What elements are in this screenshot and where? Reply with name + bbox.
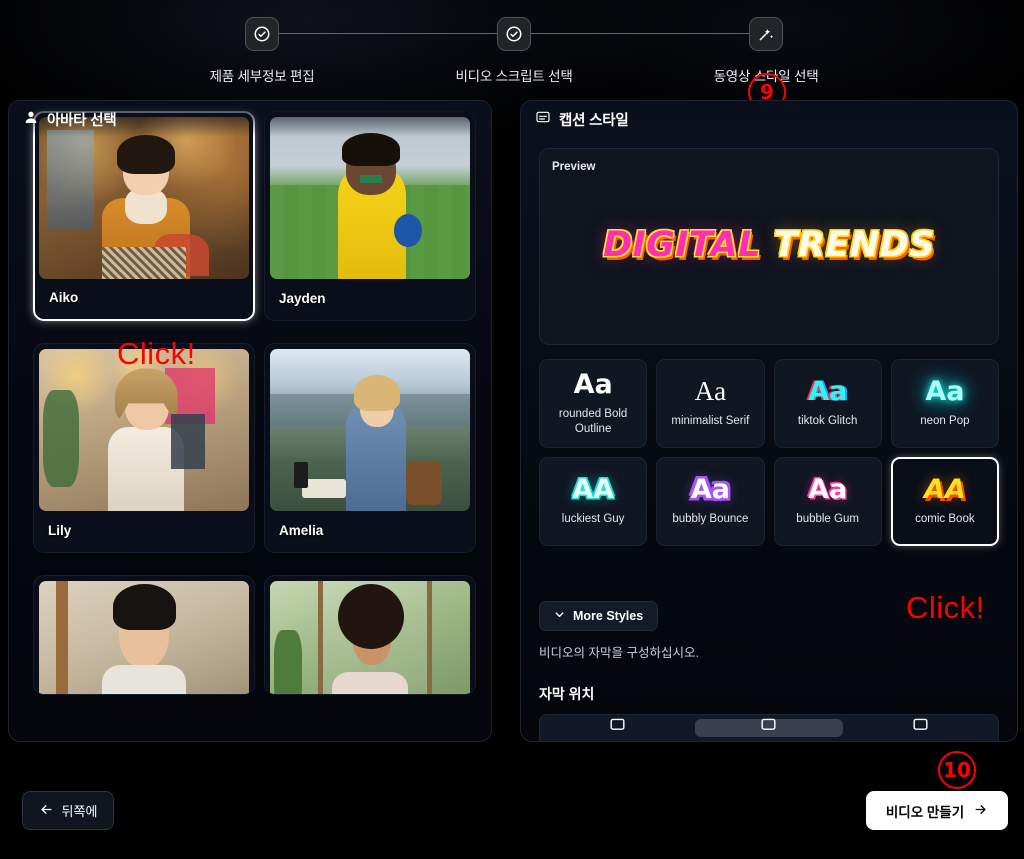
avatar-name: Jayden — [279, 291, 326, 306]
avatar-photo — [39, 349, 249, 511]
avatar-icon — [23, 109, 39, 130]
style-glyph: Aa — [925, 376, 965, 408]
style-card-luckiest-guy[interactable]: AA luckiest Guy — [539, 457, 648, 546]
caption-panel-title: 캡션 스타일 — [559, 112, 629, 129]
more-styles-label: More Styles — [573, 609, 644, 623]
chevron-down-icon — [554, 607, 565, 625]
style-glyph: AA — [572, 474, 615, 506]
caption-position-bottom-button[interactable] — [847, 718, 994, 737]
style-name: bubble Gum — [796, 513, 859, 526]
caption-style-grid: Aa rounded Bold Outline Aa minimalist Se… — [539, 359, 999, 546]
caption-position-top-button[interactable] — [544, 718, 691, 737]
step-label-1: 제품 세부정보 편집 — [209, 69, 315, 84]
style-glyph: Aa — [694, 376, 727, 407]
step-item-2[interactable]: 비디오 스크립트 선택 — [434, 17, 594, 85]
style-card-bubble-gum[interactable]: Aa bubble Gum — [773, 457, 882, 546]
style-name: tiktok Glitch — [797, 415, 858, 428]
app-root: 제품 세부정보 편집 비디오 스크립트 선택 동영상 스타일 선택 9 Aiko… — [0, 0, 1024, 859]
style-card-comic-book[interactable]: AA comic Book — [890, 457, 999, 546]
avatar-card[interactable] — [264, 575, 476, 695]
avatar-name: Aiko — [49, 290, 79, 305]
caption-style-panel: 캡션 스타일 Preview DIGITAL TRENDS Aa rounded… — [520, 100, 1018, 742]
more-styles-button[interactable]: More Styles — [539, 601, 659, 631]
style-name: neon Pop — [920, 415, 970, 428]
check-circle-icon — [497, 17, 531, 51]
style-name: bubbly Bounce — [672, 513, 749, 526]
avatar-photo — [39, 581, 249, 694]
style-card-bubbly-bounce[interactable]: Aa bubbly Bounce — [656, 457, 765, 546]
style-glyph: Aa — [808, 474, 848, 506]
style-name: luckiest Guy — [561, 513, 625, 526]
style-card-rounded-bold-outline[interactable]: Aa rounded Bold Outline — [539, 359, 648, 448]
style-glyph: Aa — [573, 369, 613, 401]
progress-stepper: 제품 세부정보 편집 비디오 스크립트 선택 동영상 스타일 선택 — [0, 0, 1024, 95]
caption-icon — [535, 109, 551, 130]
back-button[interactable]: 뒤쪽에 — [22, 791, 114, 830]
step-item-1[interactable]: 제품 세부정보 편집 — [182, 17, 342, 85]
preview-caption-text: DIGITAL TRENDS — [540, 225, 998, 265]
style-name: minimalist Serif — [671, 415, 750, 428]
avatar-grid: Aiko Jayden Lily Amelia — [33, 101, 476, 695]
annotation-marker-10: 10 — [938, 751, 976, 789]
avatar-selection-panel: Aiko Jayden Lily Amelia 아바타 선택 — [8, 100, 492, 742]
preview-word-2: TRENDS — [773, 225, 935, 265]
style-glyph: Aa — [808, 376, 848, 408]
style-card-tiktok-glitch[interactable]: Aa tiktok Glitch — [773, 359, 882, 448]
preview-label: Preview — [552, 161, 596, 173]
caption-position-middle-button[interactable] — [695, 718, 843, 737]
style-glyph: Aa — [690, 474, 730, 506]
caption-helper-text: 비디오의 자막을 구성하십시오. — [539, 646, 699, 660]
style-glyph: AA — [923, 474, 966, 506]
style-card-minimalist-serif[interactable]: Aa minimalist Serif — [656, 359, 765, 448]
magic-wand-icon — [749, 17, 783, 51]
annotation-click-avatar: Click! — [117, 336, 196, 371]
arrow-right-icon — [973, 802, 988, 820]
avatar-card-jayden[interactable]: Jayden — [264, 111, 476, 321]
style-card-neon-pop[interactable]: Aa neon Pop — [890, 359, 999, 448]
preview-word-1: DIGITAL — [603, 225, 761, 265]
caption-panel-header: 캡션 스타일 — [521, 101, 1017, 137]
avatar-card-lily[interactable]: Lily — [33, 343, 255, 553]
avatar-card-amelia[interactable]: Amelia — [264, 343, 476, 553]
avatar-photo — [39, 117, 249, 279]
avatar-scroll-area[interactable]: Aiko Jayden Lily Amelia — [9, 101, 491, 741]
avatar-panel-header: 아바타 선택 — [9, 101, 491, 137]
step-label-2: 비디오 스크립트 선택 — [455, 69, 573, 84]
avatar-photo — [270, 117, 470, 279]
create-video-label: 비디오 만들기 — [885, 804, 965, 820]
arrow-left-icon — [39, 802, 54, 820]
avatar-name: Amelia — [279, 523, 324, 538]
caption-position-heading: 자막 위치 — [539, 686, 595, 702]
caption-top-icon — [609, 718, 626, 737]
caption-bottom-icon — [912, 718, 929, 737]
style-name: comic Book — [915, 513, 975, 526]
avatar-name: Lily — [48, 523, 72, 538]
caption-middle-icon — [760, 718, 777, 737]
avatar-photo — [270, 349, 470, 511]
caption-position-group — [539, 714, 999, 741]
caption-preview-box: Preview DIGITAL TRENDS — [539, 148, 999, 345]
back-button-label: 뒤쪽에 — [61, 804, 98, 819]
avatar-card-aiko[interactable]: Aiko — [33, 111, 255, 321]
check-circle-icon — [245, 17, 279, 51]
avatar-panel-title: 아바타 선택 — [47, 112, 117, 129]
annotation-click-style: Click! — [906, 590, 985, 625]
avatar-card[interactable] — [33, 575, 255, 695]
create-video-button[interactable]: 비디오 만들기 — [866, 791, 1008, 830]
style-name: rounded Bold Outline — [558, 408, 628, 435]
avatar-photo — [270, 581, 470, 694]
